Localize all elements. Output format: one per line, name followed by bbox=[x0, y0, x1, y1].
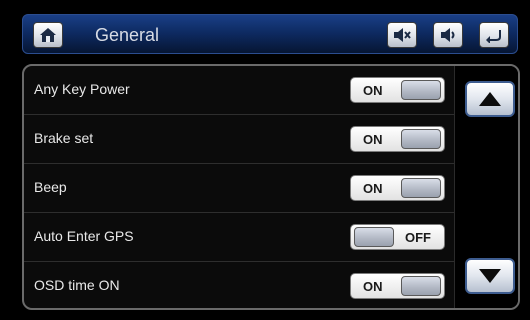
toggle-brake-set[interactable]: ON bbox=[350, 126, 445, 152]
back-button[interactable] bbox=[479, 22, 509, 48]
scroll-down-button[interactable] bbox=[465, 258, 515, 294]
toggle-any-key-power[interactable]: ON bbox=[350, 77, 445, 103]
toggle-knob[interactable] bbox=[401, 80, 441, 100]
toggle-state: ON bbox=[363, 83, 383, 98]
mute-icon bbox=[394, 28, 411, 42]
toggle-state: ON bbox=[363, 181, 383, 196]
setting-label: Any Key Power bbox=[34, 81, 130, 97]
toggle-osd-time-on[interactable]: ON bbox=[350, 273, 445, 299]
setting-row-osd-time-on: OSD time ON ON bbox=[24, 262, 454, 308]
toggle-knob[interactable] bbox=[401, 276, 441, 296]
setting-label: Auto Enter GPS bbox=[34, 228, 134, 244]
toggle-state: ON bbox=[363, 279, 383, 294]
triangle-up-icon bbox=[479, 92, 501, 106]
toggle-knob[interactable] bbox=[354, 227, 394, 247]
scroll-up-button[interactable] bbox=[465, 81, 515, 117]
volume-button[interactable] bbox=[433, 22, 463, 48]
toggle-beep[interactable]: ON bbox=[350, 175, 445, 201]
mute-button[interactable] bbox=[387, 22, 417, 48]
toggle-state: OFF bbox=[405, 230, 431, 245]
scroll-sidebar bbox=[454, 66, 518, 308]
setting-label: Brake set bbox=[34, 130, 94, 146]
toggle-knob[interactable] bbox=[401, 178, 441, 198]
setting-row-beep: Beep ON bbox=[24, 164, 454, 213]
toggle-auto-enter-gps[interactable]: OFF bbox=[350, 224, 445, 250]
toggle-knob[interactable] bbox=[401, 129, 441, 149]
toggle-state: ON bbox=[363, 132, 383, 147]
settings-panel: Any Key Power ON Brake set ON Beep ON Au… bbox=[22, 64, 520, 310]
setting-row-auto-enter-gps: Auto Enter GPS OFF bbox=[24, 213, 454, 262]
home-button[interactable] bbox=[33, 22, 63, 48]
back-icon bbox=[486, 30, 501, 43]
triangle-down-icon bbox=[479, 269, 501, 283]
setting-row-any-key-power: Any Key Power ON bbox=[24, 66, 454, 115]
setting-label: Beep bbox=[34, 179, 67, 195]
speaker-icon bbox=[441, 28, 455, 42]
home-icon bbox=[40, 28, 56, 42]
header-bar: General bbox=[22, 14, 518, 54]
page-title: General bbox=[95, 25, 160, 45]
setting-row-brake-set: Brake set ON bbox=[24, 115, 454, 164]
setting-label: OSD time ON bbox=[34, 277, 120, 293]
